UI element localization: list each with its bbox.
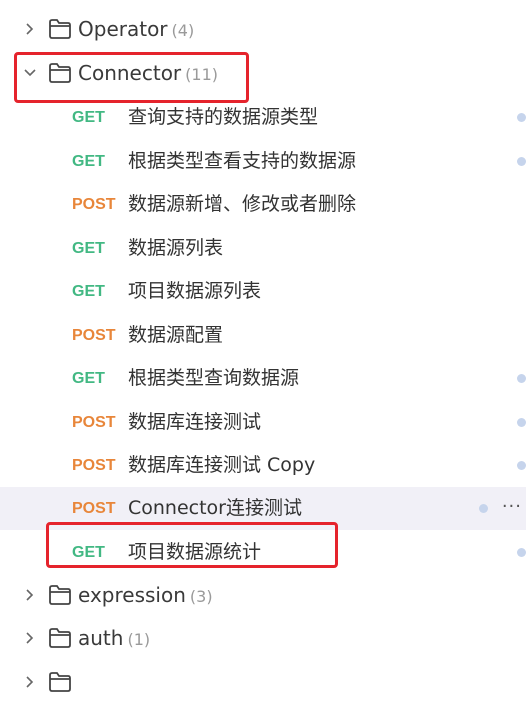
request-item[interactable]: POST 数据源新增、修改或者删除 xyxy=(0,183,526,226)
request-item[interactable]: GET 根据类型查看支持的数据源 xyxy=(0,140,526,183)
folder-count: (4) xyxy=(171,21,195,40)
folder-expression[interactable]: expression (3) xyxy=(0,574,526,617)
folder-open-icon xyxy=(49,63,71,83)
status-dot xyxy=(517,418,526,427)
more-options-icon[interactable]: ··· xyxy=(502,497,522,517)
folder-icon xyxy=(49,585,71,605)
folder-icon xyxy=(49,628,71,648)
folder-name: auth xyxy=(78,626,124,650)
request-item[interactable]: GET 项目数据源统计 xyxy=(0,531,526,574)
folder-name: expression xyxy=(78,583,186,607)
folder-icon xyxy=(49,672,71,692)
method-badge-post: POST xyxy=(72,414,116,431)
chevron-right-icon[interactable] xyxy=(22,630,38,646)
method-badge-get: GET xyxy=(72,109,105,126)
chevron-right-icon[interactable] xyxy=(22,674,38,690)
request-title: 项目数据源列表 xyxy=(128,280,262,302)
method-badge-get: GET xyxy=(72,240,105,257)
request-title: 数据源列表 xyxy=(128,237,224,259)
folder-name: Connector xyxy=(78,61,182,85)
request-item[interactable]: POST 数据库连接测试 xyxy=(0,401,526,444)
status-dot xyxy=(517,461,526,470)
folder-count: (11) xyxy=(185,65,218,84)
request-title: 根据类型查看支持的数据源 xyxy=(128,150,357,172)
method-badge-post: POST xyxy=(72,327,116,344)
folder-icon xyxy=(49,19,71,39)
request-title: 数据源配置 xyxy=(128,324,224,346)
request-item[interactable]: GET 查询支持的数据源类型 xyxy=(0,96,526,139)
request-item-active[interactable]: POST Connector连接测试 ··· xyxy=(0,487,526,530)
status-dot xyxy=(517,113,526,122)
chevron-right-icon[interactable] xyxy=(22,21,38,37)
request-title: 数据库连接测试 Copy xyxy=(128,454,316,476)
folder-connector[interactable]: Connector (11) xyxy=(0,52,526,95)
request-title: 数据源新增、修改或者删除 xyxy=(128,193,357,215)
request-item[interactable]: POST 数据源配置 xyxy=(0,314,526,357)
method-badge-get: GET xyxy=(72,283,105,300)
folder-name: Operator xyxy=(78,17,168,41)
method-badge-get: GET xyxy=(72,544,105,561)
status-dot xyxy=(517,548,526,557)
status-dot xyxy=(517,374,526,383)
method-badge-post: POST xyxy=(72,196,116,213)
folder-operator[interactable]: Operator (4) xyxy=(0,8,526,51)
request-item[interactable]: GET 根据类型查询数据源 xyxy=(0,357,526,400)
request-item[interactable]: GET 项目数据源列表 xyxy=(0,270,526,313)
request-title: 数据库连接测试 xyxy=(128,411,262,433)
method-badge-get: GET xyxy=(72,370,105,387)
method-badge-post: POST xyxy=(72,500,116,517)
chevron-down-icon[interactable] xyxy=(22,65,38,81)
folder-partial[interactable] xyxy=(0,661,526,704)
request-title: 项目数据源统计 xyxy=(128,541,262,563)
status-dot xyxy=(479,504,488,513)
request-title: 查询支持的数据源类型 xyxy=(128,106,319,128)
request-title: 根据类型查询数据源 xyxy=(128,367,300,389)
status-dot xyxy=(517,157,526,166)
folder-count: (3) xyxy=(189,587,213,606)
method-badge-post: POST xyxy=(72,457,116,474)
folder-count: (1) xyxy=(127,630,151,649)
request-item[interactable]: GET 数据源列表 xyxy=(0,227,526,270)
method-badge-get: GET xyxy=(72,153,105,170)
request-item[interactable]: POST 数据库连接测试 Copy xyxy=(0,444,526,487)
request-title: Connector连接测试 xyxy=(128,497,302,519)
chevron-right-icon[interactable] xyxy=(22,587,38,603)
folder-auth[interactable]: auth (1) xyxy=(0,617,526,660)
